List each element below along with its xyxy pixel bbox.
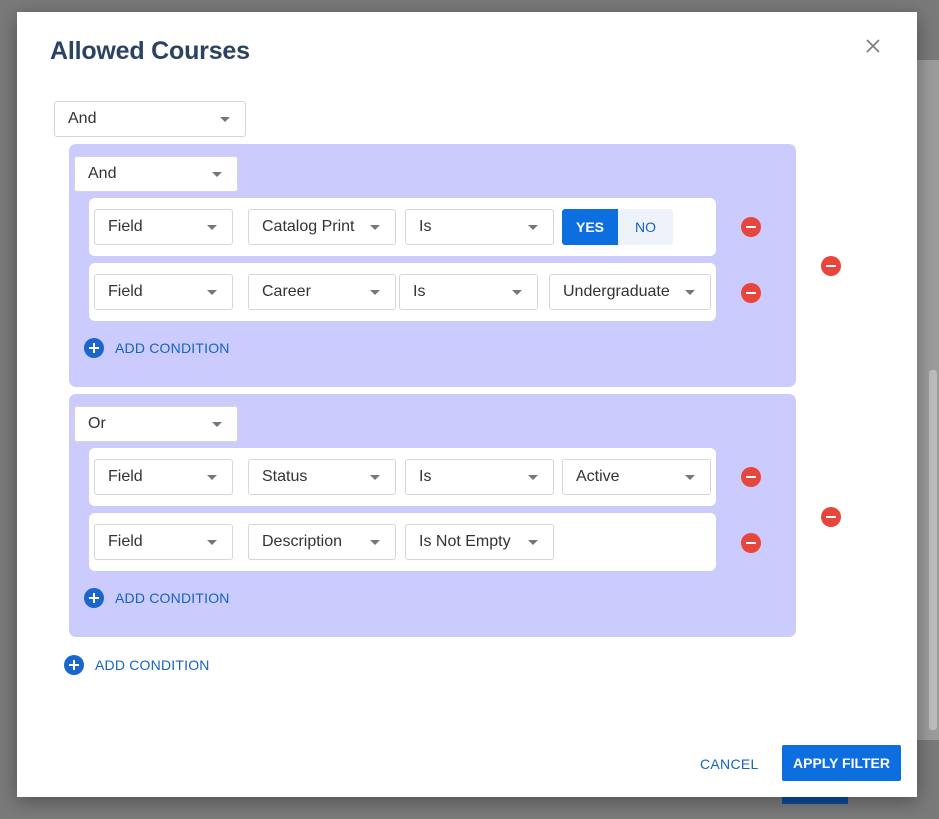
chevron-down-icon — [207, 290, 217, 295]
add-condition-label: ADD CONDITION — [115, 590, 230, 606]
value-value: Undergraduate — [563, 283, 670, 300]
chevron-down-icon — [528, 225, 538, 230]
condition-type-value: Field — [108, 218, 143, 235]
field-select[interactable]: Description — [248, 524, 396, 560]
value-select[interactable]: Undergraduate — [549, 274, 711, 310]
add-circle-icon — [84, 588, 104, 608]
condition-row: Field Description Is Not Empty — [89, 513, 716, 571]
chevron-down-icon — [207, 475, 217, 480]
field-value: Description — [262, 533, 343, 550]
remove-condition-icon[interactable] — [741, 533, 761, 553]
chevron-down-icon — [207, 225, 217, 230]
remove-condition-icon[interactable] — [741, 283, 761, 303]
chevron-down-icon — [370, 475, 380, 480]
condition-type-value: Field — [108, 283, 143, 300]
value-select[interactable]: Active — [562, 459, 711, 495]
background-scrollbar-thumb — [929, 370, 937, 730]
chevron-down-icon — [212, 422, 222, 427]
add-condition-button[interactable]: ADD CONDITION — [84, 338, 230, 358]
filter-dialog: Allowed Courses And And Field Catalog Pr… — [17, 12, 917, 797]
group-2-operator-select[interactable]: Or — [74, 406, 238, 442]
chevron-down-icon — [685, 475, 695, 480]
field-value: Catalog Print — [262, 218, 355, 235]
chevron-down-icon — [370, 225, 380, 230]
chevron-down-icon — [220, 117, 230, 122]
yes-button[interactable]: YES — [562, 209, 618, 245]
condition-row: Field Career Is Undergraduate — [89, 263, 716, 321]
add-condition-label: ADD CONDITION — [95, 657, 210, 673]
value-value: Active — [576, 468, 620, 485]
operator-value: Is — [413, 283, 426, 300]
close-button[interactable] — [861, 34, 885, 58]
cancel-button[interactable]: CANCEL — [700, 752, 759, 776]
chevron-down-icon — [685, 290, 695, 295]
yes-no-toggle: YES NO — [562, 209, 673, 245]
chevron-down-icon — [512, 290, 522, 295]
remove-group-icon[interactable] — [821, 507, 841, 527]
add-condition-label: ADD CONDITION — [115, 340, 230, 356]
condition-type-value: Field — [108, 533, 143, 550]
field-value: Career — [262, 283, 311, 300]
operator-value: Is — [419, 468, 432, 485]
field-select[interactable]: Catalog Print — [248, 209, 396, 245]
condition-row: Field Status Is Active — [89, 448, 716, 506]
add-circle-icon — [64, 655, 84, 675]
condition-type-select[interactable]: Field — [94, 274, 233, 310]
condition-type-value: Field — [108, 468, 143, 485]
close-icon — [866, 39, 880, 53]
remove-group-icon[interactable] — [821, 256, 841, 276]
group-2-operator-value: Or — [88, 415, 106, 432]
condition-type-select[interactable]: Field — [94, 209, 233, 245]
root-operator-select[interactable]: And — [54, 101, 246, 137]
field-value: Status — [262, 468, 308, 485]
field-select[interactable]: Career — [248, 274, 396, 310]
field-select[interactable]: Status — [248, 459, 396, 495]
chevron-down-icon — [528, 475, 538, 480]
condition-group-2: Or Field Status Is Active Field Descript… — [69, 394, 796, 637]
operator-select[interactable]: Is Not Empty — [405, 524, 554, 560]
apply-filter-button[interactable]: APPLY FILTER — [782, 745, 901, 781]
chevron-down-icon — [528, 540, 538, 545]
root-operator-value: And — [68, 110, 97, 127]
no-button[interactable]: NO — [618, 209, 673, 245]
condition-type-select[interactable]: Field — [94, 524, 233, 560]
operator-select[interactable]: Is — [399, 274, 538, 310]
remove-condition-icon[interactable] — [741, 217, 761, 237]
add-circle-icon — [84, 338, 104, 358]
remove-condition-icon[interactable] — [741, 467, 761, 487]
operator-value: Is — [419, 218, 432, 235]
operator-select[interactable]: Is — [405, 209, 554, 245]
chevron-down-icon — [370, 540, 380, 545]
group-1-operator-value: And — [88, 165, 117, 182]
condition-group-1: And Field Catalog Print Is YES NO Field … — [69, 144, 796, 387]
chevron-down-icon — [207, 540, 217, 545]
add-condition-button[interactable]: ADD CONDITION — [64, 655, 210, 675]
operator-value: Is Not Empty — [419, 533, 511, 550]
condition-row: Field Catalog Print Is YES NO — [89, 198, 716, 256]
chevron-down-icon — [212, 172, 222, 177]
chevron-down-icon — [370, 290, 380, 295]
add-condition-button[interactable]: ADD CONDITION — [84, 588, 230, 608]
group-1-operator-select[interactable]: And — [74, 156, 238, 192]
dialog-title: Allowed Courses — [50, 37, 250, 65]
condition-type-select[interactable]: Field — [94, 459, 233, 495]
operator-select[interactable]: Is — [405, 459, 554, 495]
